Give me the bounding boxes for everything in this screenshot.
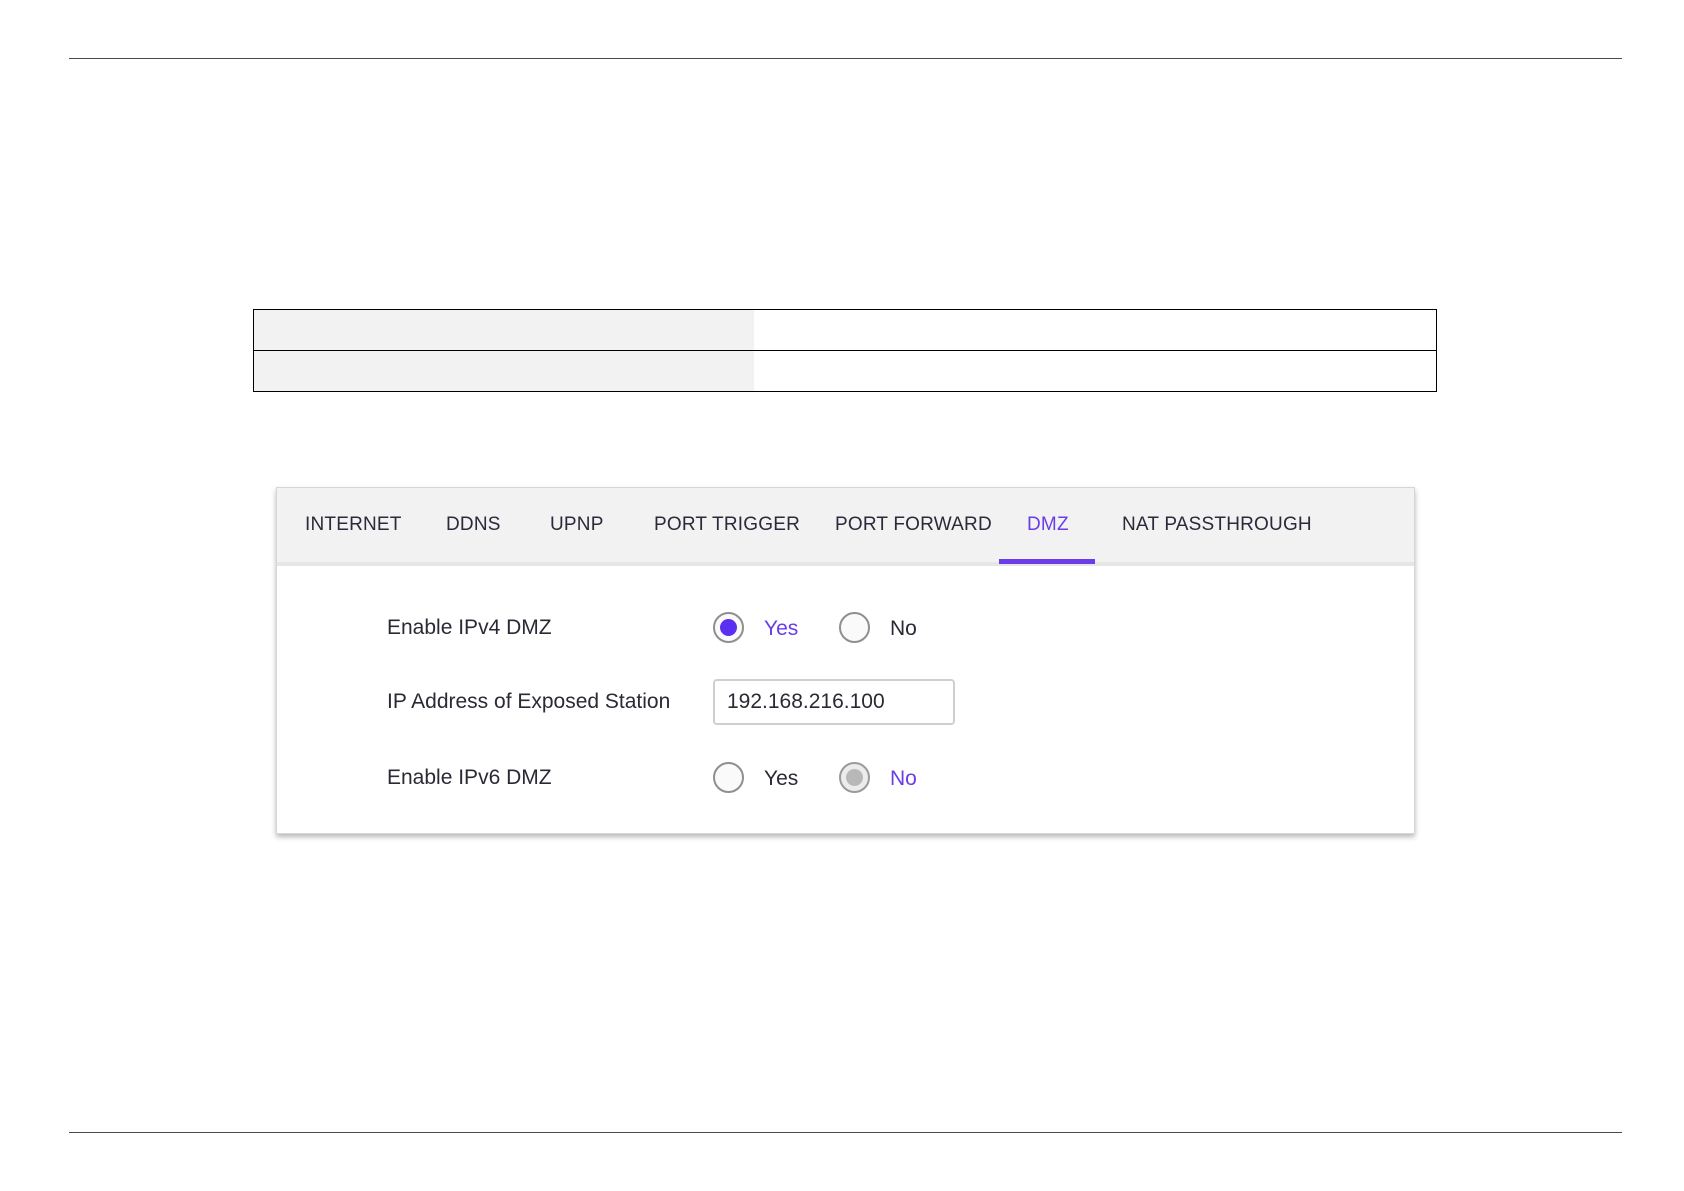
- header-rule: [69, 58, 1622, 59]
- footer-rule: [69, 1132, 1622, 1133]
- ipv4-dmz-label: Enable IPv4 DMZ: [387, 616, 552, 639]
- table-row: [253, 350, 1437, 392]
- ipv4-dmz-no-label[interactable]: No: [890, 617, 917, 641]
- ipv6-dmz-yes-radio[interactable]: [713, 762, 744, 793]
- table-cell: [253, 309, 754, 351]
- ipv6-dmz-no-radio[interactable]: [839, 762, 870, 793]
- tab-dmz[interactable]: DMZ: [1027, 488, 1069, 562]
- table-cell: [753, 350, 1437, 392]
- table-cell: [253, 350, 754, 392]
- exposed-station-ip-input[interactable]: [713, 679, 955, 725]
- ipv4-dmz-no-radio[interactable]: [839, 612, 870, 643]
- ipv4-dmz-yes-radio[interactable]: [713, 612, 744, 643]
- tab-ddns[interactable]: DDNS: [446, 488, 501, 562]
- active-tab-indicator: [999, 559, 1095, 564]
- tab-internet[interactable]: INTERNET: [305, 488, 402, 562]
- tab-bar: INTERNET DDNS UPNP PORT TRIGGER PORT FOR…: [277, 488, 1414, 566]
- exposed-station-label: IP Address of Exposed Station: [387, 690, 671, 713]
- tab-upnp[interactable]: UPNP: [550, 488, 604, 562]
- ipv6-dmz-yes-label[interactable]: Yes: [764, 767, 798, 791]
- tab-port-forward[interactable]: PORT FORWARD: [835, 488, 992, 562]
- ipv6-dmz-no-label[interactable]: No: [890, 767, 917, 791]
- table-cell: [753, 309, 1437, 351]
- doc-table: [253, 309, 1437, 392]
- tab-nat-passthrough[interactable]: NAT PASSTHROUGH: [1122, 488, 1312, 562]
- tab-port-trigger[interactable]: PORT TRIGGER: [654, 488, 800, 562]
- ipv4-dmz-yes-label[interactable]: Yes: [764, 617, 798, 641]
- dmz-settings-panel: INTERNET DDNS UPNP PORT TRIGGER PORT FOR…: [276, 487, 1415, 834]
- ipv6-dmz-label: Enable IPv6 DMZ: [387, 766, 552, 789]
- table-row: [253, 309, 1437, 351]
